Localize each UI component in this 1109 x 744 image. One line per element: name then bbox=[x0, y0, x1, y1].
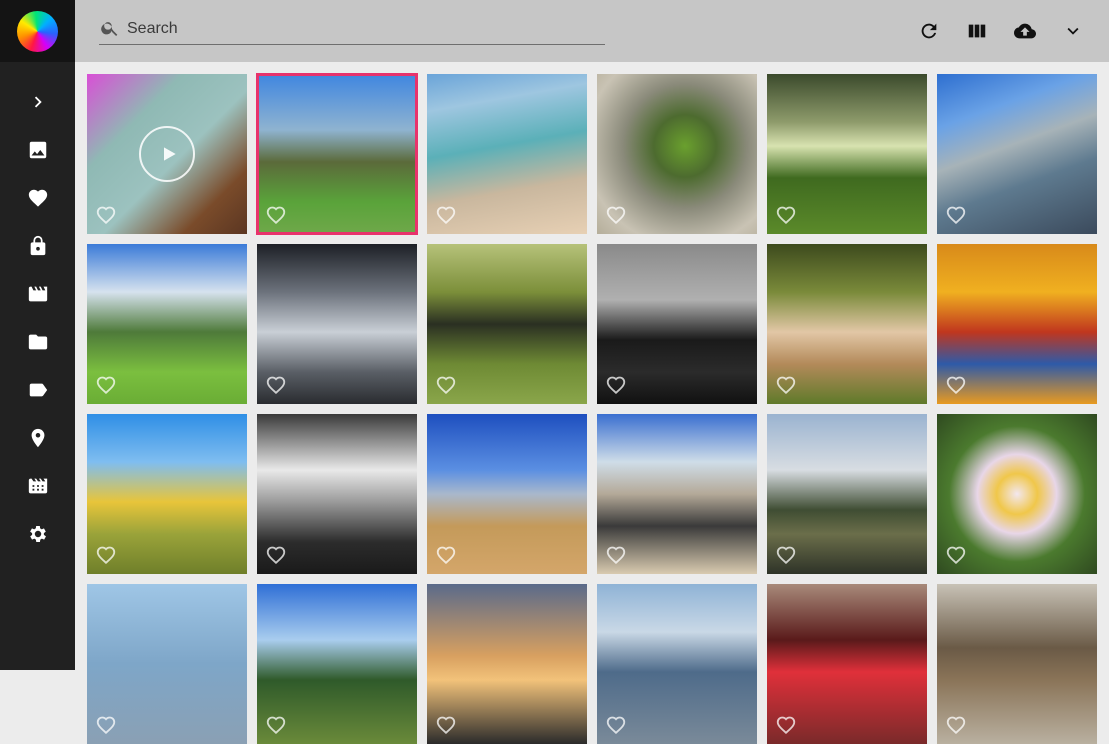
photo-tile[interactable] bbox=[767, 414, 927, 574]
sidebar-item-albums[interactable] bbox=[0, 462, 75, 510]
photo-tile[interactable] bbox=[937, 244, 1097, 404]
photo-tile[interactable] bbox=[597, 414, 757, 574]
location-pin-icon bbox=[31, 428, 44, 448]
search-bar bbox=[99, 14, 605, 45]
search-icon bbox=[101, 22, 118, 36]
favorite-heart-icon[interactable] bbox=[265, 714, 287, 736]
expand-filters-button[interactable] bbox=[1057, 15, 1089, 47]
favorite-heart-icon[interactable] bbox=[945, 374, 967, 396]
album-icon bbox=[28, 478, 47, 494]
favorite-heart-icon[interactable] bbox=[945, 714, 967, 736]
photo-tile[interactable] bbox=[597, 74, 757, 234]
label-icon bbox=[29, 383, 47, 397]
photo-tile[interactable] bbox=[87, 414, 247, 574]
favorite-heart-icon[interactable] bbox=[775, 374, 797, 396]
favorite-heart-icon[interactable] bbox=[265, 204, 287, 226]
favorite-heart-icon[interactable] bbox=[95, 714, 117, 736]
photo-tile[interactable] bbox=[427, 74, 587, 234]
favorite-heart-icon[interactable] bbox=[775, 544, 797, 566]
photo-tile[interactable] bbox=[87, 244, 247, 404]
favorite-heart-icon[interactable] bbox=[265, 544, 287, 566]
sidebar-item-labels[interactable] bbox=[0, 366, 75, 414]
favorite-heart-icon[interactable] bbox=[775, 204, 797, 226]
favorite-heart-icon[interactable] bbox=[95, 374, 117, 396]
favorite-heart-icon[interactable] bbox=[945, 204, 967, 226]
favorite-heart-icon[interactable] bbox=[265, 374, 287, 396]
chevron-right-icon bbox=[34, 96, 42, 108]
chevron-down-icon bbox=[1067, 27, 1079, 35]
sidebar-item-settings[interactable] bbox=[0, 510, 75, 558]
photo-tile[interactable] bbox=[257, 584, 417, 744]
sidebar bbox=[0, 0, 75, 670]
photo-tile[interactable] bbox=[87, 584, 247, 744]
lock-icon bbox=[30, 235, 45, 256]
search-input[interactable] bbox=[127, 16, 597, 42]
sidebar-item-photos[interactable] bbox=[0, 126, 75, 174]
favorite-heart-icon[interactable] bbox=[605, 714, 627, 736]
app-logo[interactable] bbox=[0, 0, 75, 62]
favorite-heart-icon[interactable] bbox=[95, 544, 117, 566]
heart-icon bbox=[28, 189, 47, 207]
photo-tile[interactable] bbox=[937, 74, 1097, 234]
sidebar-item-folders[interactable] bbox=[0, 318, 75, 366]
folder-icon bbox=[28, 334, 47, 350]
photo-tile[interactable] bbox=[937, 584, 1097, 744]
view-mode-button[interactable] bbox=[961, 15, 993, 47]
favorite-heart-icon[interactable] bbox=[605, 544, 627, 566]
favorite-heart-icon[interactable] bbox=[95, 204, 117, 226]
logo-icon bbox=[17, 10, 58, 52]
favorite-heart-icon[interactable] bbox=[605, 204, 627, 226]
photo-tile[interactable] bbox=[427, 584, 587, 744]
sidebar-item-videos[interactable] bbox=[0, 270, 75, 318]
sidebar-item-favorites[interactable] bbox=[0, 174, 75, 222]
sidebar-item-places[interactable] bbox=[0, 414, 75, 462]
favorite-heart-icon[interactable] bbox=[435, 544, 457, 566]
top-toolbar bbox=[75, 0, 1109, 62]
favorite-heart-icon[interactable] bbox=[945, 544, 967, 566]
favorite-heart-icon[interactable] bbox=[435, 204, 457, 226]
favorite-heart-icon[interactable] bbox=[435, 374, 457, 396]
photo-tile[interactable] bbox=[767, 244, 927, 404]
image-icon bbox=[29, 141, 46, 159]
photo-tile[interactable] bbox=[256, 73, 418, 235]
photo-tile[interactable] bbox=[87, 74, 247, 234]
cloud-upload-icon bbox=[1014, 23, 1036, 39]
photo-tile[interactable] bbox=[427, 244, 587, 404]
photo-tile[interactable] bbox=[257, 244, 417, 404]
gear-icon bbox=[29, 526, 46, 542]
columns-icon bbox=[968, 24, 986, 38]
photo-tile[interactable] bbox=[767, 584, 927, 744]
favorite-heart-icon[interactable] bbox=[605, 374, 627, 396]
sidebar-item-expand[interactable] bbox=[0, 78, 75, 126]
photo-tile[interactable] bbox=[937, 414, 1097, 574]
photo-tile[interactable] bbox=[597, 244, 757, 404]
favorite-heart-icon[interactable] bbox=[435, 714, 457, 736]
sidebar-item-private[interactable] bbox=[0, 222, 75, 270]
photo-tile[interactable] bbox=[597, 584, 757, 744]
play-icon[interactable] bbox=[139, 126, 195, 182]
refresh-button[interactable] bbox=[913, 15, 945, 47]
photo-tile[interactable] bbox=[257, 414, 417, 574]
favorite-heart-icon[interactable] bbox=[775, 714, 797, 736]
movie-icon bbox=[28, 286, 47, 302]
upload-button[interactable] bbox=[1009, 15, 1041, 47]
photo-tile[interactable] bbox=[427, 414, 587, 574]
refresh-icon bbox=[921, 23, 937, 39]
photo-tile[interactable] bbox=[767, 74, 927, 234]
